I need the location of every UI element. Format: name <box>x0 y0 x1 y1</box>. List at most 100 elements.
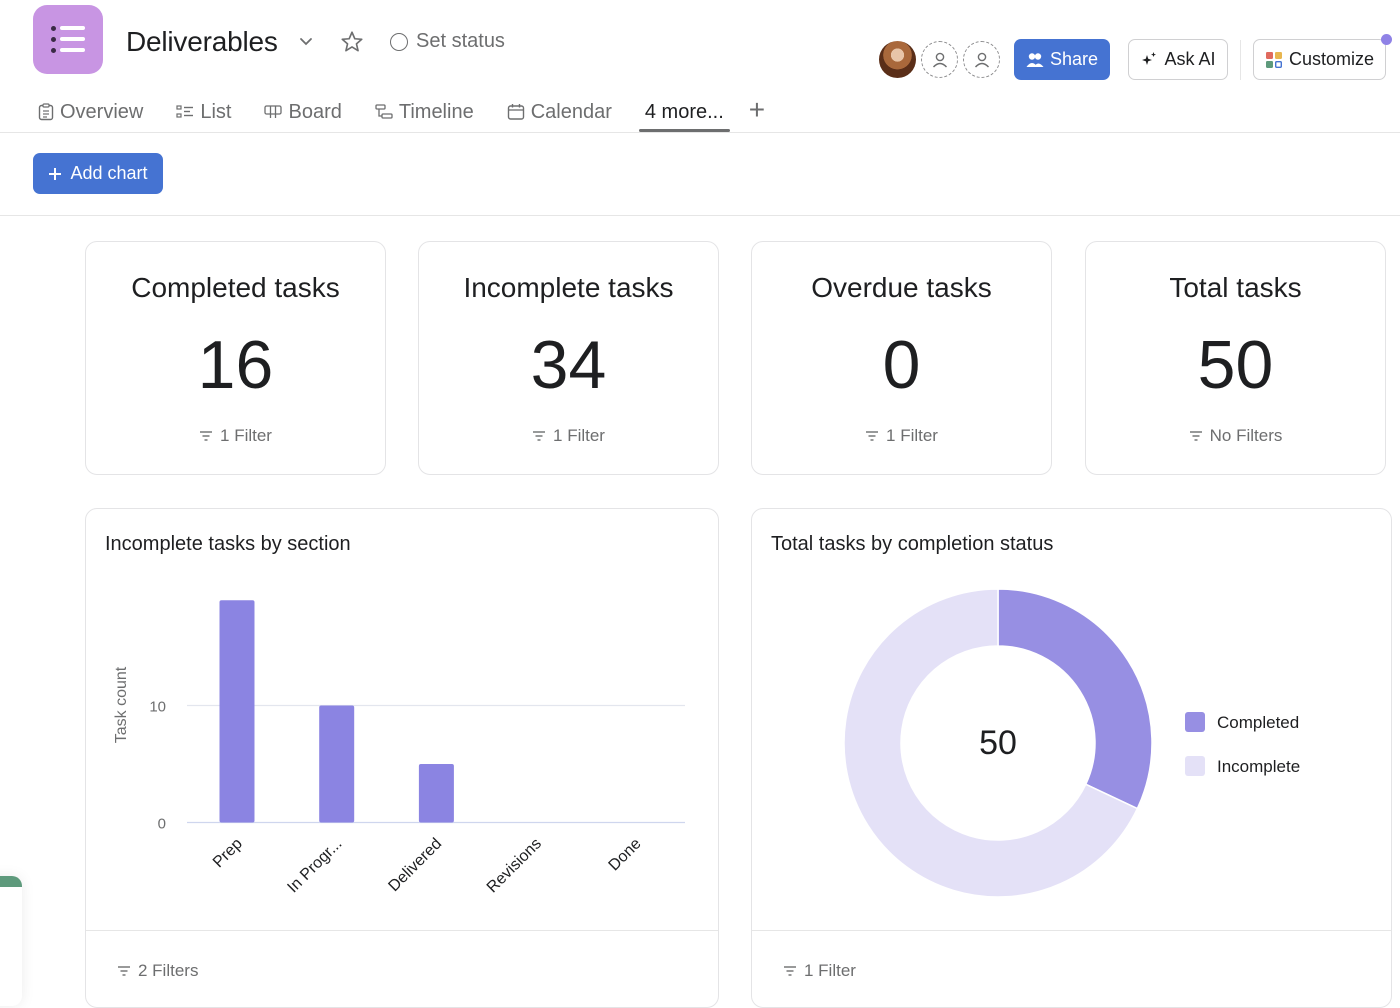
dashboard-toolbar: Add chart <box>0 133 1400 216</box>
sparkle-icon <box>1142 51 1157 65</box>
tab-board[interactable]: Board <box>264 94 342 130</box>
tab-more[interactable]: 4 more... <box>638 94 730 132</box>
divider <box>1240 40 1241 80</box>
chart-filter-label: 1 Filter <box>804 961 856 980</box>
customize-label: Customize <box>1288 49 1375 69</box>
filter-icon <box>866 431 879 441</box>
list-icon <box>176 105 194 118</box>
plus-icon <box>49 167 62 180</box>
chart-footer-divider <box>752 930 1391 931</box>
legend-label[interactable]: Incomplete <box>1217 757 1300 776</box>
members[interactable] <box>879 41 1000 78</box>
project-header: Deliverables Set status Share Ask AI Cus… <box>0 0 1400 133</box>
kpi-value: 0 <box>882 327 921 403</box>
floating-panel[interactable] <box>0 876 22 1006</box>
chart-filter[interactable]: 2 Filters <box>117 961 198 981</box>
board-icon <box>264 105 283 118</box>
timeline-icon <box>375 104 393 119</box>
avatar[interactable] <box>879 41 916 78</box>
bar-chart-card[interactable]: Incomplete tasks by section Task count 0… <box>85 508 719 1008</box>
filter-icon <box>118 966 130 976</box>
legend-label[interactable]: Completed <box>1217 713 1299 732</box>
kpi-card-incomplete[interactable]: Incomplete tasks 34 1 Filter <box>418 241 719 475</box>
kpi-filter-label: No Filters <box>1209 426 1283 445</box>
chart-filter-label: 2 Filters <box>138 961 199 980</box>
y-tick-label: 10 <box>149 699 166 716</box>
add-chart-label: Add chart <box>70 163 148 183</box>
donut-chart: 50 Completed Incomplete <box>843 588 1300 898</box>
tab-label: Calendar <box>530 100 612 123</box>
tab-overview[interactable]: Overview <box>38 94 143 130</box>
chevron-down-icon[interactable] <box>297 32 315 50</box>
kpi-filter[interactable]: 1 Filter <box>419 426 718 446</box>
tab-label: Overview <box>60 100 144 123</box>
status-circle-icon <box>390 32 408 51</box>
bar-delivered[interactable] <box>418 764 454 823</box>
kpi-title: Total tasks <box>1169 272 1302 303</box>
tab-list[interactable]: List <box>176 94 231 130</box>
kpi-value: 50 <box>1197 327 1274 403</box>
y-axis-label: Task count <box>113 666 130 743</box>
kpi-filter-label: 1 Filter <box>886 426 938 445</box>
dot <box>51 26 56 31</box>
kpi-title: Incomplete tasks <box>463 272 674 303</box>
y-tick-label: 0 <box>158 816 166 833</box>
tab-label: Board <box>288 100 342 123</box>
add-chart-button[interactable]: Add chart <box>33 153 163 194</box>
x-tick-label: Prep <box>210 835 246 871</box>
kpi-filter[interactable]: 1 Filter <box>86 426 385 446</box>
share-button[interactable]: Share <box>1014 39 1110 80</box>
set-status-button[interactable]: Set status <box>390 30 505 53</box>
kpi-value: 16 <box>197 327 274 403</box>
filter-icon <box>1189 431 1202 441</box>
bar-in-progr[interactable] <box>319 705 355 823</box>
ask-ai-button[interactable]: Ask AI <box>1128 39 1228 80</box>
dot <box>51 37 56 42</box>
x-tick-label: Done <box>606 835 645 874</box>
star-icon[interactable] <box>339 29 365 55</box>
donut-center-label: 50 <box>979 724 1017 762</box>
legend-swatch <box>1185 756 1205 776</box>
kpi-filter[interactable]: 1 Filter <box>752 426 1051 446</box>
x-tick-label: Revisions <box>484 835 545 896</box>
filter-icon <box>200 431 213 441</box>
bar-chart: Task count 0 10 Prep In Progr... Delivered R… <box>113 600 685 896</box>
kpi-title: Overdue tasks <box>811 272 992 303</box>
notification-dot <box>1381 34 1392 45</box>
project-list-icon[interactable] <box>33 5 103 74</box>
kpi-title: Completed tasks <box>131 272 340 303</box>
view-tabs: Overview List Board Timeline Calendar 4 … <box>38 94 765 132</box>
line <box>60 26 85 30</box>
x-tick-label: Delivered <box>385 835 445 895</box>
tab-label: 4 more... <box>644 100 724 123</box>
clipboard-icon <box>38 103 54 121</box>
chart-footer-divider <box>86 930 718 931</box>
set-status-label: Set status <box>416 30 505 52</box>
customize-button[interactable]: Customize <box>1253 39 1386 80</box>
donut-slice-completed[interactable] <box>997 588 1153 810</box>
kpi-filter[interactable]: No Filters <box>1086 426 1385 446</box>
user-icon <box>974 52 989 67</box>
customize-grid-icon <box>1265 51 1282 68</box>
add-member-avatar[interactable] <box>963 41 1000 78</box>
bar-prep[interactable] <box>219 600 255 823</box>
add-member-avatar[interactable] <box>921 41 958 78</box>
tab-timeline[interactable]: Timeline <box>375 94 474 130</box>
project-title[interactable]: Deliverables <box>126 26 278 58</box>
ask-ai-label: Ask AI <box>1164 49 1216 69</box>
people-icon <box>1026 52 1044 67</box>
filter-icon <box>533 431 546 441</box>
calendar-icon <box>507 104 524 120</box>
kpi-value: 34 <box>530 327 607 403</box>
chart-filter[interactable]: 1 Filter <box>783 961 856 981</box>
donut-chart-card[interactable]: Total tasks by completion status 50 Comp… <box>751 508 1392 1008</box>
kpi-card-completed[interactable]: Completed tasks 16 1 Filter <box>85 241 386 475</box>
kpi-filter-label: 1 Filter <box>220 426 272 445</box>
kpi-card-overdue[interactable]: Overdue tasks 0 1 Filter <box>751 241 1052 475</box>
user-icon <box>932 52 947 67</box>
add-tab-plus-icon[interactable]: + <box>749 94 765 126</box>
kpi-filter-label: 1 Filter <box>553 426 605 445</box>
tab-calendar[interactable]: Calendar <box>507 94 612 130</box>
kpi-card-total[interactable]: Total tasks 50 No Filters <box>1085 241 1386 475</box>
legend-swatch <box>1185 712 1205 732</box>
